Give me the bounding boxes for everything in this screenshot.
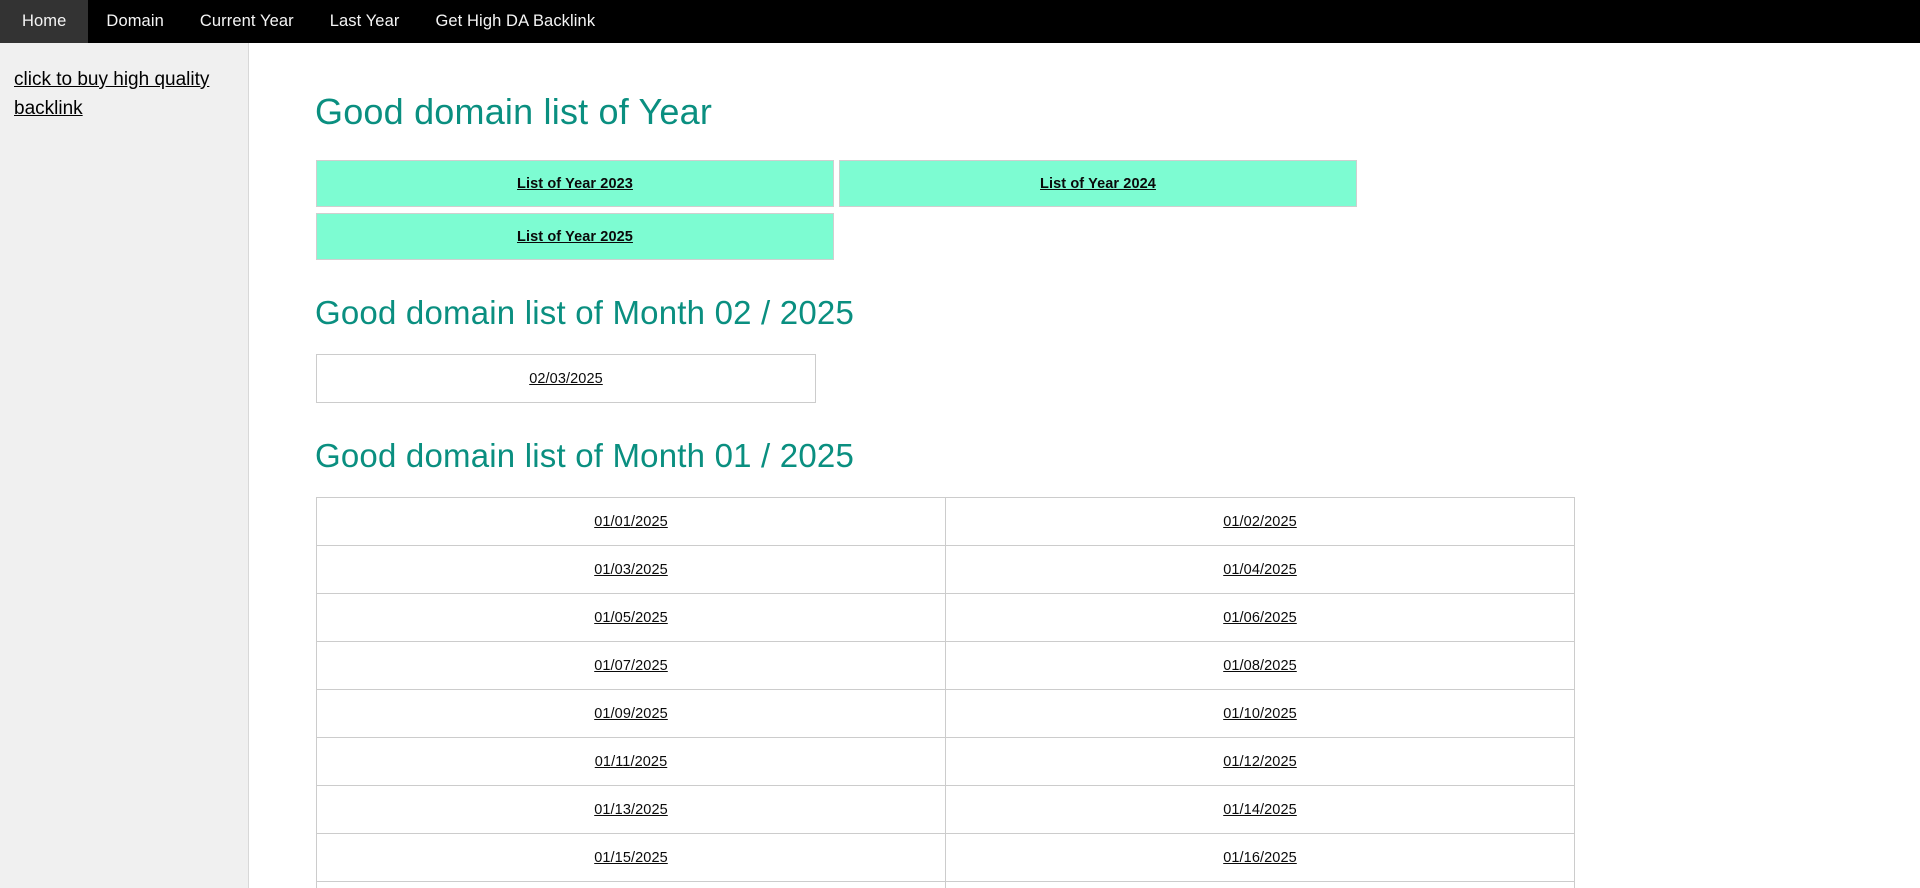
- nav-item-get-high-da-backlink[interactable]: Get High DA Backlink: [417, 0, 613, 43]
- nav-item-home[interactable]: Home: [0, 0, 89, 43]
- date-link: 01/13/2025: [594, 801, 668, 818]
- date-link: 01/04/2025: [1223, 561, 1297, 578]
- date-link: 01/06/2025: [1223, 609, 1297, 626]
- date-link: 01/15/2025: [594, 849, 668, 866]
- table-row: 02/03/2025: [316, 354, 816, 403]
- table-row: 01/03/2025 01/04/2025: [316, 545, 1575, 594]
- date-table-month-02: 02/03/2025: [316, 354, 816, 403]
- date-cell[interactable]: [316, 881, 946, 888]
- nav-item-last-year[interactable]: Last Year: [312, 0, 418, 43]
- year-button-2025[interactable]: List of Year 2025: [316, 213, 834, 260]
- year-button-2023[interactable]: List of Year 2023: [316, 160, 834, 207]
- date-cell[interactable]: 01/12/2025: [945, 737, 1575, 786]
- year-button-label: List of Year 2023: [517, 175, 633, 192]
- month-title: Good domain list of Month 01 / 2025: [315, 437, 854, 474]
- top-navbar: Home Domain Current Year Last Year Get H…: [0, 0, 1920, 43]
- date-link: 01/11/2025: [594, 753, 668, 770]
- date-link: 01/14/2025: [1223, 801, 1297, 818]
- table-row: 01/13/2025 01/14/2025: [316, 785, 1575, 834]
- table-row: 01/07/2025 01/08/2025: [316, 641, 1575, 690]
- date-cell[interactable]: 01/03/2025: [316, 545, 946, 594]
- date-cell[interactable]: 02/03/2025: [316, 354, 816, 403]
- date-link: 02/03/2025: [529, 370, 603, 387]
- year-button-label: List of Year 2024: [1040, 175, 1156, 192]
- date-cell[interactable]: 01/04/2025: [945, 545, 1575, 594]
- sidebar: click to buy high quality backlink: [0, 43, 249, 888]
- table-row: 01/05/2025 01/06/2025: [316, 593, 1575, 642]
- nav-item-current-year[interactable]: Current Year: [182, 0, 312, 43]
- date-link: 01/05/2025: [594, 609, 668, 626]
- date-link: 01/10/2025: [1223, 705, 1297, 722]
- date-cell[interactable]: 01/08/2025: [945, 641, 1575, 690]
- page-title: Good domain list of Year: [315, 91, 713, 132]
- date-cell[interactable]: 01/06/2025: [945, 593, 1575, 642]
- date-cell[interactable]: [945, 881, 1575, 888]
- table-row: [316, 881, 1575, 888]
- table-row: 01/15/2025 01/16/2025: [316, 833, 1575, 882]
- table-row: 01/01/2025 01/02/2025: [316, 497, 1575, 546]
- date-link: 01/08/2025: [1223, 657, 1297, 674]
- date-cell[interactable]: 01/01/2025: [316, 497, 946, 546]
- date-cell[interactable]: 01/05/2025: [316, 593, 946, 642]
- date-link: 01/01/2025: [594, 513, 668, 530]
- date-link: 01/03/2025: [594, 561, 668, 578]
- nav-item-domain[interactable]: Domain: [88, 0, 181, 43]
- date-cell[interactable]: 01/13/2025: [316, 785, 946, 834]
- date-cell[interactable]: 01/15/2025: [316, 833, 946, 882]
- date-cell[interactable]: 01/11/2025: [316, 737, 946, 786]
- date-cell[interactable]: 01/10/2025: [945, 689, 1575, 738]
- year-button-2024[interactable]: List of Year 2024: [839, 160, 1357, 207]
- date-link: 01/09/2025: [594, 705, 668, 722]
- date-cell[interactable]: 01/02/2025: [945, 497, 1575, 546]
- date-link: 01/07/2025: [594, 657, 668, 674]
- date-link: 01/12/2025: [1223, 753, 1297, 770]
- table-row: 01/09/2025 01/10/2025: [316, 689, 1575, 738]
- date-cell[interactable]: 01/07/2025: [316, 641, 946, 690]
- date-link: 01/16/2025: [1223, 849, 1297, 866]
- year-button-grid: List of Year 2023 List of Year 2024 List…: [316, 160, 1358, 260]
- table-row: 01/11/2025 01/12/2025: [316, 737, 1575, 786]
- sidebar-promo-link[interactable]: click to buy high quality backlink: [14, 69, 209, 119]
- date-cell[interactable]: 01/14/2025: [945, 785, 1575, 834]
- date-table-month-01: 01/01/2025 01/02/2025 01/03/2025 01/04/2…: [316, 497, 1575, 888]
- date-cell[interactable]: 01/09/2025: [316, 689, 946, 738]
- date-link: 01/02/2025: [1223, 513, 1297, 530]
- main-content: Good domain list of Year List of Year 20…: [249, 43, 1920, 888]
- year-button-label: List of Year 2025: [517, 228, 633, 245]
- date-cell[interactable]: 01/16/2025: [945, 833, 1575, 882]
- page-body: click to buy high quality backlink Good …: [0, 43, 1920, 888]
- month-title: Good domain list of Month 02 / 2025: [315, 294, 854, 331]
